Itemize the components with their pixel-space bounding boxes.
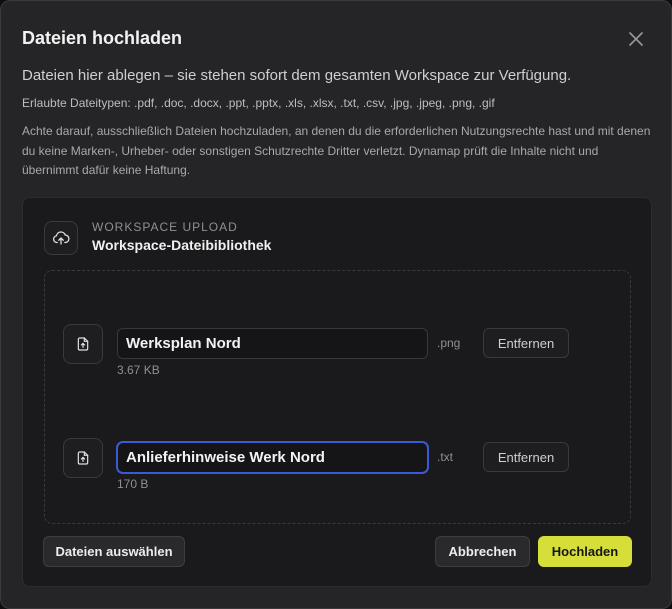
file-size: 170 B	[117, 477, 149, 491]
file-size: 3.67 KB	[117, 363, 160, 377]
file-extension: .txt	[437, 450, 454, 464]
dialog-title: Dateien hochladen	[22, 28, 183, 48]
file-name-input[interactable]	[117, 328, 428, 359]
remove-file-button[interactable]: Entfernen	[483, 442, 569, 472]
close-button[interactable]	[624, 27, 648, 51]
upload-button[interactable]: Hochladen	[538, 536, 632, 567]
file-name-input[interactable]	[117, 442, 428, 473]
cancel-button[interactable]: Abbrechen	[435, 536, 530, 567]
file-item: .txt Entfernen 170 B	[63, 438, 573, 508]
dialog-lead: Dateien hier ablegen – sie stehen sofort…	[22, 67, 572, 84]
upload-dialog: Dateien hochladen Dateien hier ablegen –…	[0, 0, 672, 609]
select-files-button[interactable]: Dateien auswählen	[43, 536, 185, 567]
cloud-upload-icon	[53, 231, 70, 245]
upload-panel: WORKSPACE UPLOAD Workspace-Dateibiblioth…	[22, 197, 652, 587]
close-icon	[629, 32, 643, 46]
file-upload-icon	[77, 337, 89, 351]
workspace-title: Workspace-Dateibibliothek	[92, 237, 272, 253]
file-extension: .png	[437, 336, 461, 350]
file-icon-box	[63, 438, 103, 478]
workspace-icon-box	[44, 221, 78, 255]
file-item: .png Entfernen 3.67 KB	[63, 324, 573, 394]
file-upload-icon	[77, 451, 89, 465]
file-icon-box	[63, 324, 103, 364]
remove-file-button[interactable]: Entfernen	[483, 328, 569, 358]
allowed-file-types: Erlaubte Dateitypen: .pdf, .doc, .docx, …	[22, 96, 495, 110]
rights-disclaimer: Achte darauf, ausschließlich Dateien hoc…	[22, 124, 651, 177]
workspace-kicker: WORKSPACE UPLOAD	[92, 220, 238, 234]
